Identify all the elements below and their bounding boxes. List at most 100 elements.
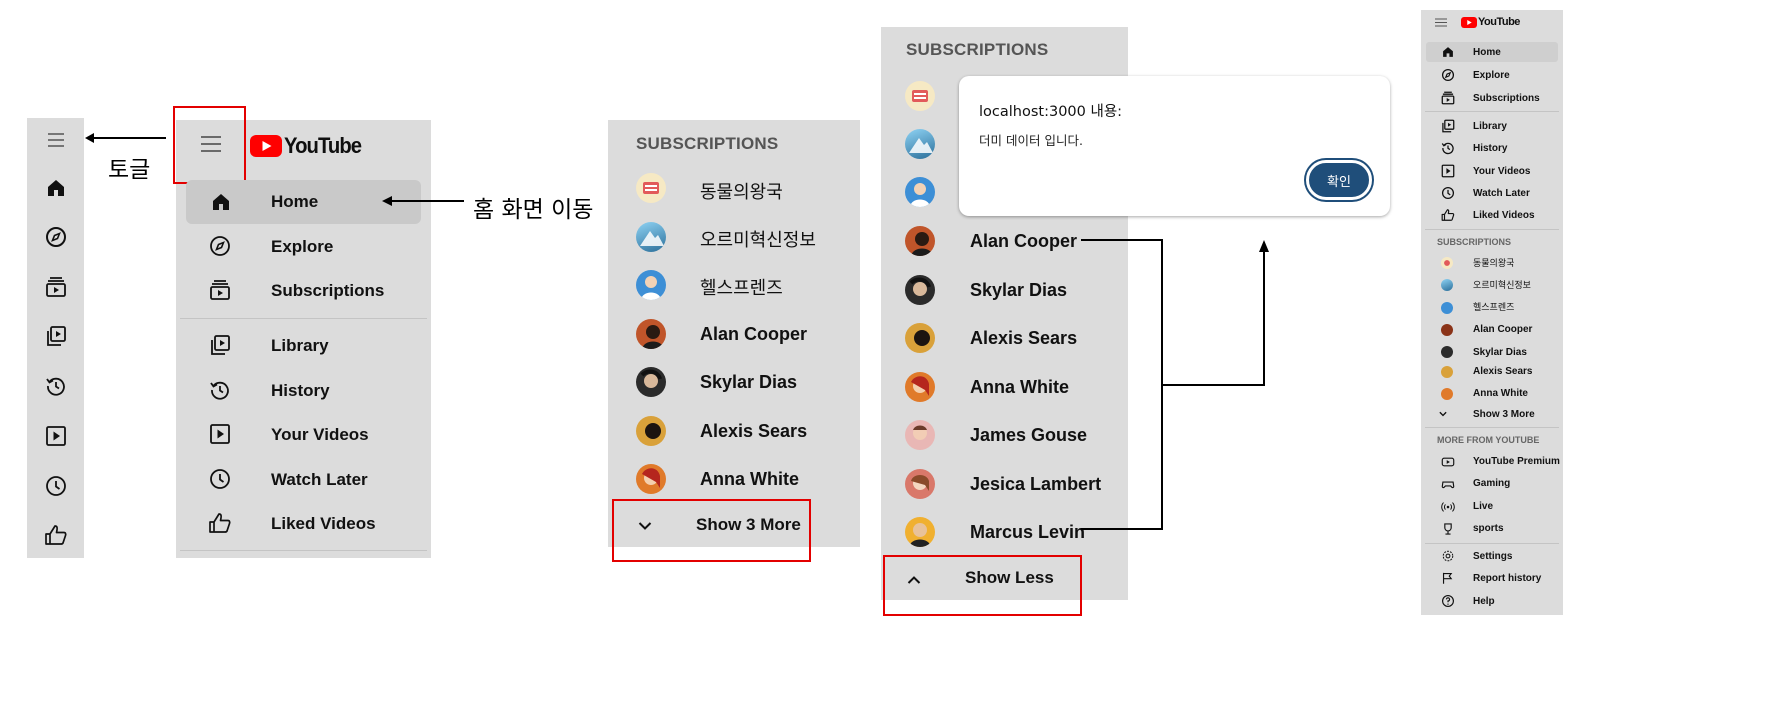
- channel-name[interactable]: Marcus Levin: [970, 522, 1085, 543]
- divider: [1425, 229, 1559, 230]
- live-icon: [1441, 502, 1455, 512]
- nav-item-liked-videos[interactable]: Liked Videos: [1473, 210, 1535, 221]
- divider: [180, 550, 427, 551]
- channel-avatar: [905, 323, 935, 353]
- your-videos-icon: [209, 423, 231, 450]
- nav-item-history[interactable]: History: [1473, 143, 1507, 154]
- chevron-down-icon: [1439, 411, 1447, 417]
- nav-item-library[interactable]: Library: [1473, 121, 1507, 132]
- channel-name[interactable]: Alan Cooper: [970, 231, 1077, 252]
- menu-icon[interactable]: [1435, 18, 1447, 27]
- show-more-highlight-box: [612, 499, 811, 562]
- channel-avatar: [905, 81, 935, 111]
- show-less-highlight-box: [883, 555, 1082, 616]
- liked-videos-icon[interactable]: [41, 520, 71, 550]
- youtube-logo-icon: [1461, 16, 1477, 28]
- dialog-message: 더미 데이터 입니다.: [979, 133, 1083, 148]
- channel-name[interactable]: Anna White: [1473, 388, 1528, 399]
- channel-avatar: [905, 372, 935, 402]
- channel-avatar: [636, 173, 666, 203]
- channel-name[interactable]: Skylar Dias: [1473, 347, 1527, 358]
- channel-avatar: [1441, 366, 1453, 378]
- subscriptions-header: SUBSCRIPTIONS: [636, 134, 779, 153]
- channel-name[interactable]: Alexis Sears: [1473, 366, 1533, 377]
- dialog-title: localhost:3000 내용:: [979, 104, 1123, 120]
- channel-avatar: [636, 367, 666, 397]
- channel-avatar: [905, 226, 935, 256]
- divider: [1425, 427, 1559, 428]
- channel-name[interactable]: Alexis Sears: [700, 421, 807, 442]
- gear-icon: [1442, 550, 1454, 562]
- report-history-link[interactable]: Report history: [1473, 573, 1541, 584]
- more-item-live[interactable]: Live: [1473, 501, 1493, 512]
- nav-item-subscriptions[interactable]: Subscriptions: [271, 281, 384, 301]
- explore-icon[interactable]: [41, 222, 71, 252]
- channel-avatar: [1441, 346, 1453, 358]
- show-more-button[interactable]: Show 3 More: [1473, 409, 1535, 420]
- channel-avatar: [905, 177, 935, 207]
- history-icon[interactable]: [41, 371, 71, 401]
- home-arrow: [382, 196, 464, 206]
- youtube-premium-icon: [1441, 457, 1455, 467]
- alert-dialog: localhost:3000 내용: 더미 데이터 입니다. 확인: [959, 76, 1390, 216]
- nav-item-subscriptions[interactable]: Subscriptions: [1473, 93, 1540, 104]
- home-icon[interactable]: [41, 173, 71, 203]
- logo-text: YouTube: [1478, 16, 1520, 28]
- channel-name[interactable]: 동물의왕국: [1473, 256, 1514, 269]
- dialog-ok-button[interactable]: 확인: [1306, 160, 1372, 200]
- channel-name[interactable]: 헬스프렌즈: [700, 274, 783, 300]
- history-icon: [1441, 142, 1454, 155]
- library-icon[interactable]: [41, 321, 71, 351]
- channel-avatar: [905, 420, 935, 450]
- nav-item-history[interactable]: History: [271, 381, 330, 401]
- channel-name[interactable]: 헬스프렌즈: [1473, 300, 1514, 313]
- channel-avatar: [1441, 257, 1453, 269]
- nav-item-watch-later[interactable]: Watch Later: [1473, 188, 1530, 199]
- youtube-logo[interactable]: YouTube: [1461, 16, 1520, 28]
- channel-avatar: [1441, 388, 1453, 400]
- more-item-sports[interactable]: sports: [1473, 523, 1504, 534]
- nav-item-library[interactable]: Library: [271, 336, 329, 356]
- help-icon: [1442, 595, 1454, 607]
- channel-name[interactable]: Skylar Dias: [700, 372, 797, 393]
- nav-item-watch-later[interactable]: Watch Later: [271, 470, 368, 490]
- subscriptions-icon[interactable]: [41, 272, 71, 302]
- youtube-logo-icon: [250, 135, 282, 157]
- help-link[interactable]: Help: [1473, 596, 1495, 607]
- home-annotation: 홈 화면 이동: [473, 197, 594, 223]
- channel-avatar: [636, 464, 666, 494]
- channel-avatar: [905, 469, 935, 499]
- more-item-gaming[interactable]: Gaming: [1473, 478, 1510, 489]
- channel-name[interactable]: Anna White: [970, 377, 1069, 398]
- settings-link[interactable]: Settings: [1473, 551, 1512, 562]
- channel-name[interactable]: Skylar Dias: [970, 280, 1067, 301]
- channel-name[interactable]: Anna White: [700, 469, 799, 490]
- watch-later-icon[interactable]: [41, 471, 71, 501]
- mini-sidebar: [27, 118, 84, 558]
- your-videos-icon[interactable]: [41, 421, 71, 451]
- divider: [1425, 111, 1559, 112]
- channel-avatar: [636, 416, 666, 446]
- channel-name[interactable]: 동물의왕국: [700, 178, 783, 204]
- subscriptions-header: SUBSCRIPTIONS: [1437, 237, 1512, 247]
- home-icon: [1443, 47, 1453, 57]
- youtube-logo[interactable]: YouTube: [250, 133, 368, 159]
- menu-icon[interactable]: [41, 125, 71, 155]
- nav-item-explore[interactable]: Explore: [271, 237, 333, 257]
- nav-item-explore[interactable]: Explore: [1473, 70, 1510, 81]
- channel-name[interactable]: Alexis Sears: [970, 328, 1077, 349]
- liked-videos-icon: [208, 512, 232, 539]
- nav-item-your-videos[interactable]: Your Videos: [1473, 166, 1530, 177]
- channel-name[interactable]: Alan Cooper: [1473, 324, 1532, 335]
- channel-name[interactable]: Alan Cooper: [700, 324, 807, 345]
- nav-item-your-videos[interactable]: Your Videos: [271, 425, 369, 445]
- channel-name[interactable]: 오르미혁신정보: [700, 226, 816, 252]
- more-item-premium[interactable]: YouTube Premium: [1473, 456, 1560, 467]
- channel-avatar: [636, 319, 666, 349]
- nav-label-home: Home: [271, 192, 319, 211]
- library-icon: [209, 334, 231, 361]
- channel-name[interactable]: 오르미혁신정보: [1473, 278, 1531, 291]
- subscriptions-icon: [1441, 91, 1455, 105]
- nav-item-liked-videos[interactable]: Liked Videos: [271, 514, 376, 534]
- channel-name[interactable]: James Gouse: [970, 425, 1087, 446]
